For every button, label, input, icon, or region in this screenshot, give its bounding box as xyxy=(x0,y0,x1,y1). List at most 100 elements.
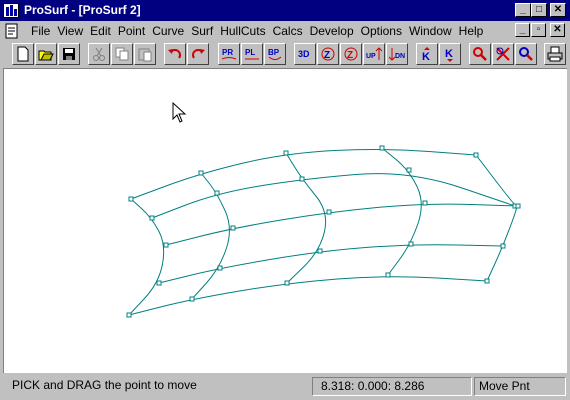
control-point[interactable] xyxy=(406,167,412,173)
paste-icon xyxy=(138,48,152,62)
rotate-z-icon: Z xyxy=(321,47,335,61)
cut-button[interactable] xyxy=(88,43,110,65)
control-point[interactable] xyxy=(379,145,385,151)
control-point[interactable] xyxy=(385,272,391,278)
control-point[interactable] xyxy=(408,241,414,247)
menu-point[interactable]: Point xyxy=(117,24,151,38)
surface-wireframe[interactable] xyxy=(4,69,567,373)
menu-view[interactable]: View xyxy=(56,24,89,38)
k-up-button[interactable]: K xyxy=(416,43,438,65)
pl-view-icon: PL xyxy=(245,48,259,60)
dn-button[interactable]: DN xyxy=(386,43,408,65)
control-point[interactable] xyxy=(326,209,332,215)
paste-button[interactable] xyxy=(134,43,156,65)
control-point[interactable] xyxy=(214,190,220,196)
k-up-icon: K xyxy=(422,47,430,62)
surface-row-curve[interactable] xyxy=(128,276,488,316)
menu-bar: File View Edit Point Curve Surf HullCuts… xyxy=(0,21,570,41)
surface-column-curve[interactable] xyxy=(128,198,165,316)
control-point[interactable] xyxy=(283,150,289,156)
control-point[interactable] xyxy=(515,203,521,209)
menu-calcs[interactable]: Calcs xyxy=(272,24,309,38)
pr-view-button[interactable]: PR xyxy=(218,43,240,65)
control-point[interactable] xyxy=(156,280,162,286)
control-point[interactable] xyxy=(149,215,155,221)
surface-row-curve[interactable] xyxy=(165,203,519,246)
menu-curve[interactable]: Curve xyxy=(151,24,190,38)
maximize-button[interactable]: □ xyxy=(531,3,547,17)
menu-edit[interactable]: Edit xyxy=(89,24,117,38)
3d-view-label: 3D xyxy=(298,49,310,59)
title-bar[interactable]: ProSurf - [ProSurf 2] _ □ ✕ xyxy=(0,0,570,21)
close-button[interactable]: ✕ xyxy=(550,3,566,17)
rotate-z2-button[interactable]: Z xyxy=(340,43,362,65)
pr-view-label: PR xyxy=(222,48,233,57)
pl-view-button[interactable]: PL xyxy=(241,43,263,65)
menu-hullcuts[interactable]: HullCuts xyxy=(219,24,271,38)
menu-window[interactable]: Window xyxy=(408,24,458,38)
control-point[interactable] xyxy=(317,248,323,254)
control-point[interactable] xyxy=(473,152,479,158)
drawing-canvas[interactable] xyxy=(3,68,567,373)
control-point[interactable] xyxy=(126,312,132,318)
control-point[interactable] xyxy=(284,280,290,286)
document-icon[interactable] xyxy=(4,23,20,39)
rotate-z2-icon: Z xyxy=(344,47,358,61)
save-button[interactable] xyxy=(58,43,80,65)
control-point[interactable] xyxy=(230,225,236,231)
pan-button[interactable] xyxy=(515,43,537,65)
mdi-close-button[interactable]: ✕ xyxy=(550,23,565,37)
up-icon: UP xyxy=(366,47,382,60)
open-button[interactable] xyxy=(35,43,57,65)
zoom-button[interactable] xyxy=(469,43,491,65)
pan-icon xyxy=(519,47,533,61)
control-point[interactable] xyxy=(128,196,134,202)
print-button[interactable] xyxy=(544,43,566,65)
copy-button[interactable] xyxy=(111,43,133,65)
surface-column-curve[interactable] xyxy=(381,147,422,276)
pl-view-label: PL xyxy=(245,48,255,57)
control-point[interactable] xyxy=(422,200,428,206)
menu-surf[interactable]: Surf xyxy=(190,24,219,38)
cross-button[interactable] xyxy=(492,43,514,65)
bp-view-button[interactable]: BP xyxy=(264,43,286,65)
surface-row-curve[interactable] xyxy=(130,148,477,200)
minimize-button[interactable]: _ xyxy=(515,3,531,17)
surface-column-curve[interactable] xyxy=(191,172,230,300)
new-button[interactable] xyxy=(12,43,34,65)
control-point[interactable] xyxy=(189,296,195,302)
mdi-restore-button[interactable]: ▫ xyxy=(531,23,546,37)
3d-view-button[interactable]: 3D xyxy=(294,43,316,65)
k-down-label: K xyxy=(445,48,453,60)
redo-button[interactable] xyxy=(187,43,209,65)
save-icon xyxy=(63,48,75,60)
surface-column-curve[interactable] xyxy=(475,154,518,282)
up-button[interactable]: UP xyxy=(363,43,385,65)
control-point[interactable] xyxy=(299,176,305,182)
k-down-button[interactable]: K xyxy=(439,43,461,65)
control-point[interactable] xyxy=(500,243,506,249)
control-point[interactable] xyxy=(217,265,223,271)
rotate-z-button[interactable]: Z xyxy=(317,43,339,65)
toolbar: PR PL BP 3D Z Z UP DN K K xyxy=(0,41,570,67)
mdi-minimize-button[interactable]: _ xyxy=(515,23,530,37)
menu-options[interactable]: Options xyxy=(360,24,408,38)
menu-file[interactable]: File xyxy=(30,24,56,38)
rotate-z-label: Z xyxy=(324,50,330,61)
undo-button[interactable] xyxy=(164,43,186,65)
menu: File View Edit Point Curve Surf HullCuts… xyxy=(30,24,489,38)
app-icon[interactable] xyxy=(3,3,19,18)
bp-view-icon: BP xyxy=(268,48,282,60)
control-point[interactable] xyxy=(198,170,204,176)
window-title: ProSurf - [ProSurf 2] xyxy=(24,3,141,17)
mode-indicator: Move Pnt xyxy=(474,377,566,396)
cut-icon xyxy=(93,47,105,61)
menu-help[interactable]: Help xyxy=(458,24,490,38)
zoom-icon xyxy=(473,47,487,61)
control-point[interactable] xyxy=(163,242,169,248)
control-point[interactable] xyxy=(484,278,490,284)
undo-icon xyxy=(168,49,181,59)
k-down-icon: K xyxy=(445,48,453,62)
menu-develop[interactable]: Develop xyxy=(309,24,360,38)
coordinate-readout: 8.318: 0.000: 8.286 xyxy=(312,377,472,396)
